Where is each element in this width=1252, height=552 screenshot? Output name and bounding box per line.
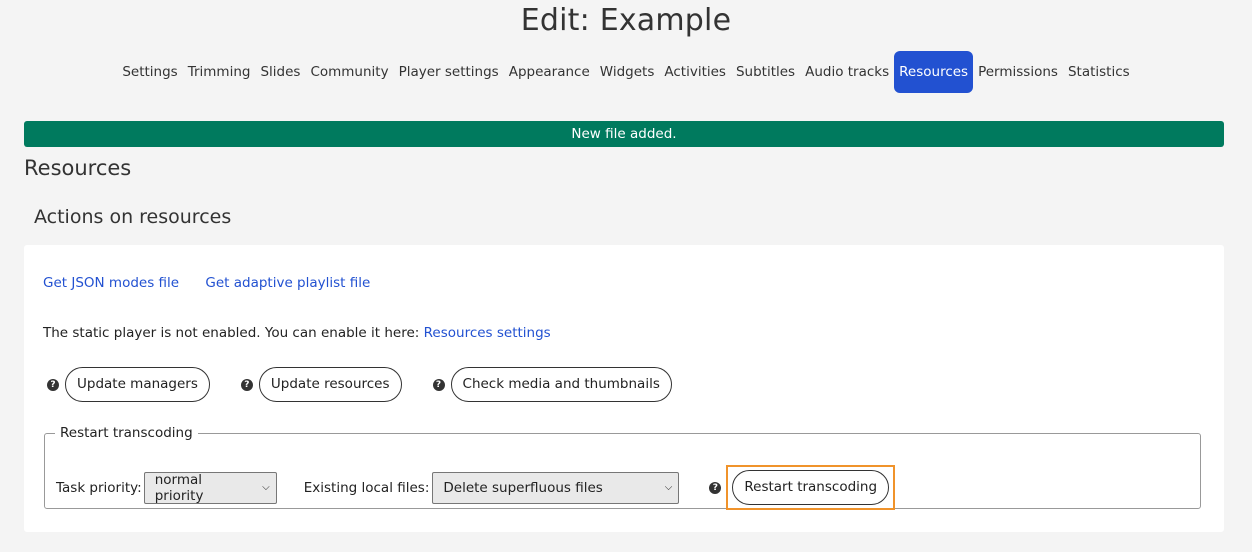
tab-subtitles[interactable]: Subtitles bbox=[731, 51, 800, 93]
tab-resources[interactable]: Resources bbox=[894, 51, 974, 93]
priority-value: normal priority bbox=[154, 471, 204, 504]
tab-bar: Settings Trimming Slides Community Playe… bbox=[0, 51, 1252, 93]
restart-transcoding-fieldset: Restart transcoding Task priority: norma… bbox=[44, 425, 1201, 510]
question-circle-icon[interactable]: ? bbox=[47, 378, 59, 391]
page: Edit: Example Settings Trimming Slides C… bbox=[0, 0, 1252, 552]
tab-activities[interactable]: Activities bbox=[659, 51, 731, 93]
tab-slides[interactable]: Slides bbox=[255, 51, 305, 93]
tab-appearance[interactable]: Appearance bbox=[504, 51, 595, 93]
tab-settings[interactable]: Settings bbox=[117, 51, 182, 93]
question-circle-icon[interactable]: ? bbox=[709, 481, 722, 494]
update-resources-button[interactable]: Update resources bbox=[258, 367, 402, 402]
static-player-note: The static player is not enabled. You ca… bbox=[43, 325, 551, 341]
local-files-select[interactable]: Delete superfluous files ⌵ bbox=[432, 471, 680, 504]
page-title: Edit: Example bbox=[520, 3, 732, 38]
tab-audio-tracks[interactable]: Audio tracks bbox=[800, 51, 894, 93]
tab-community[interactable]: Community bbox=[305, 51, 393, 93]
tab-widgets[interactable]: Widgets bbox=[595, 51, 660, 93]
adaptive-playlist-link[interactable]: Get adaptive playlist file bbox=[205, 275, 370, 291]
question-circle-icon[interactable]: ? bbox=[240, 378, 253, 391]
action-buttons: ? Update managers ? Update resources ? C… bbox=[47, 367, 703, 402]
priority-select[interactable]: normal priority ⌵ bbox=[143, 471, 277, 504]
actions-panel: Get JSON modes file Get adaptive playlis… bbox=[24, 245, 1224, 532]
local-files-value: Delete superfluous files bbox=[443, 479, 603, 496]
update-managers-button[interactable]: Update managers bbox=[65, 367, 210, 402]
resource-links: Get JSON modes file Get adaptive playlis… bbox=[43, 275, 392, 291]
section-title: Resources bbox=[24, 156, 132, 180]
check-media-button[interactable]: Check media and thumbnails bbox=[450, 367, 672, 402]
tab-player-settings[interactable]: Player settings bbox=[394, 51, 504, 93]
actions-title: Actions on resources bbox=[34, 206, 232, 228]
resources-settings-link[interactable]: Resources settings bbox=[424, 325, 551, 341]
static-player-text: The static player is not enabled. You ca… bbox=[43, 325, 420, 341]
fieldset-legend: Restart transcoding bbox=[55, 425, 198, 441]
question-circle-icon[interactable]: ? bbox=[432, 378, 445, 391]
chevron-down-icon: ⌵ bbox=[262, 482, 270, 493]
tab-permissions[interactable]: Permissions bbox=[973, 51, 1063, 93]
transcoding-form-row: Task priority: normal priority ⌵ Existin… bbox=[56, 465, 896, 510]
tab-trimming[interactable]: Trimming bbox=[183, 51, 256, 93]
restart-transcoding-button[interactable]: Restart transcoding bbox=[732, 470, 890, 505]
tab-statistics[interactable]: Statistics bbox=[1063, 51, 1135, 93]
priority-label: Task priority: bbox=[56, 479, 142, 496]
local-files-label: Existing local files: bbox=[303, 479, 430, 496]
restart-transcoding-highlight: Restart transcoding bbox=[726, 465, 896, 510]
chevron-down-icon: ⌵ bbox=[664, 482, 673, 493]
json-modes-link[interactable]: Get JSON modes file bbox=[43, 275, 179, 291]
success-alert: New file added. bbox=[24, 121, 1224, 147]
